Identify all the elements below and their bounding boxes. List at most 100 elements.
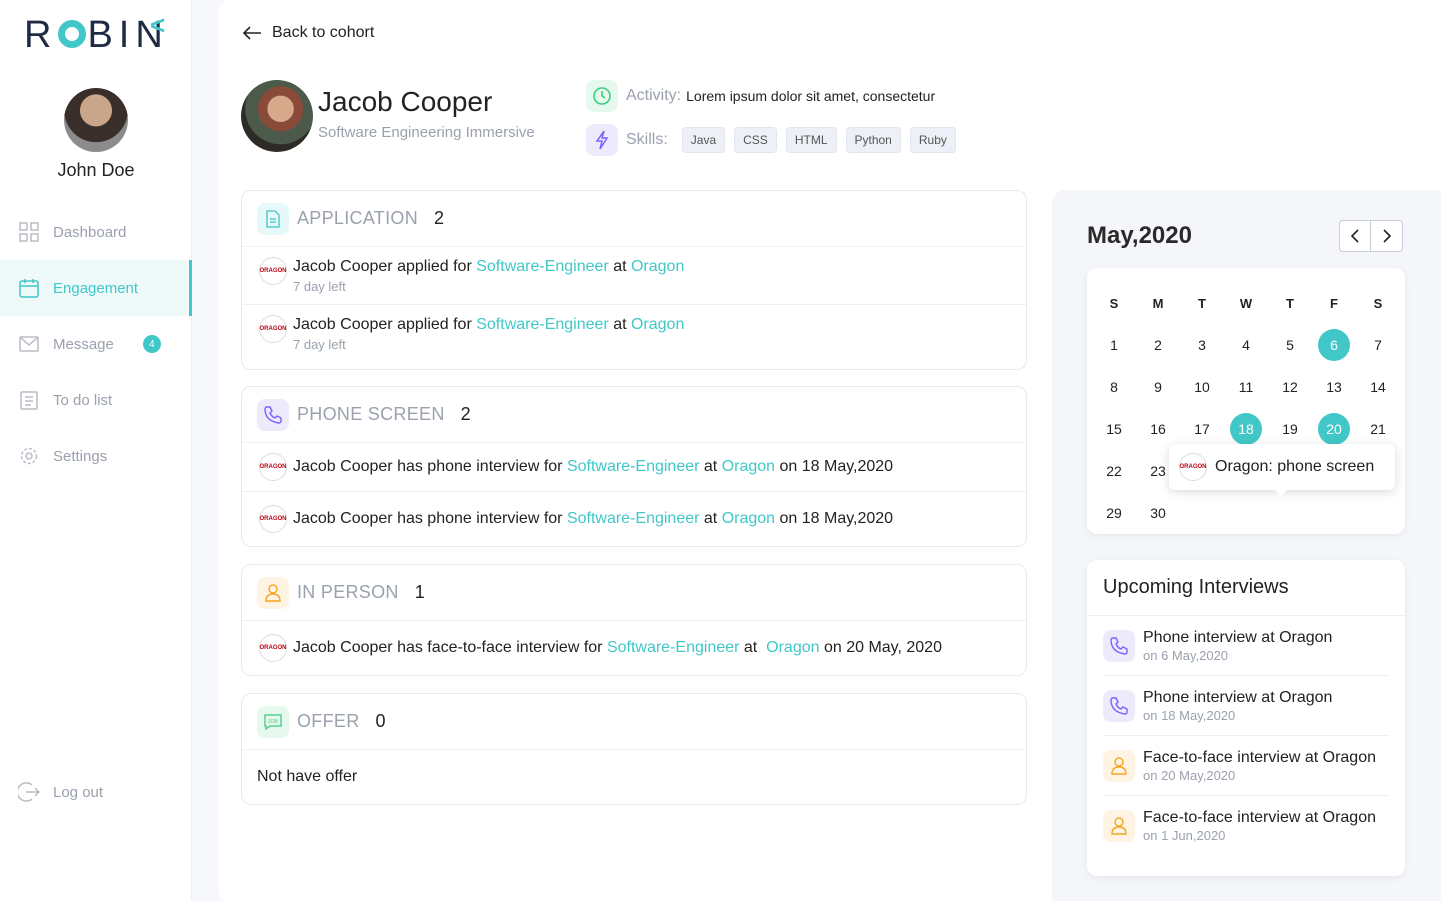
calendar-day[interactable]: 2 [1136, 324, 1180, 366]
logo-chevron-icon: < [150, 10, 166, 40]
weekday-header: F [1330, 295, 1338, 311]
calendar-day[interactable]: 14 [1356, 366, 1400, 408]
company-link[interactable]: Oragon [766, 639, 819, 656]
svg-text:JOB: JOB [268, 719, 278, 725]
oragon-logo: ORAGON [259, 505, 287, 533]
role-link[interactable]: Software-Engineer [476, 316, 609, 333]
company-link[interactable]: Oragon [722, 458, 775, 475]
calendar-day[interactable]: 7 [1356, 324, 1400, 366]
clock-icon [586, 80, 618, 112]
calendar-day-number: 6 [1318, 329, 1350, 361]
calendar-day-number: 30 [1150, 505, 1166, 521]
list-item: ORAGON Jacob Cooper applied for Software… [242, 305, 1026, 369]
sidebar-item-label: Message [53, 335, 114, 353]
sidebar-item-settings[interactable]: Settings [0, 428, 192, 484]
row-text: Jacob Cooper applied for [293, 316, 477, 333]
interview-item[interactable]: Face-to-face interview at Oragon on 1 Jun… [1103, 796, 1389, 856]
sidebar-item-message[interactable]: Message 4 [0, 316, 192, 372]
calendar-day[interactable]: 30 [1136, 492, 1180, 534]
robin-logo[interactable]: R BIN [24, 14, 169, 57]
interview-date: on 20 May,2020 [1143, 767, 1236, 783]
person-icon [1103, 810, 1135, 842]
calendar-day[interactable]: 15 [1092, 408, 1136, 450]
calendar-day[interactable]: 9 [1136, 366, 1180, 408]
row-text: at [699, 510, 722, 527]
row-date: on 18 May,2020 [775, 458, 894, 475]
section-count: 2 [460, 404, 471, 424]
company-link[interactable]: Oragon [631, 258, 684, 275]
right-panel: May,2020 S M T W T F S 1 2 3 4 5 6 7 8 9 10 11 12 13 14 15 16 1… [1052, 190, 1441, 901]
list-item: ORAGON Jacob Cooper has phone interview … [242, 492, 1026, 546]
calendar-day[interactable]: 6 [1312, 324, 1356, 366]
sidebar: R BIN < John Doe Dashboard Engagement Mes… [0, 0, 192, 901]
calendar-day[interactable]: 11 [1224, 366, 1268, 408]
calendar-day[interactable]: 10 [1180, 366, 1224, 408]
skill-chip: CSS [734, 127, 777, 153]
interview-date: on 6 May,2020 [1143, 647, 1229, 663]
role-link[interactable]: Software-Engineer [567, 458, 700, 475]
prev-month-button[interactable] [1339, 220, 1371, 252]
calendar-day[interactable]: 3 [1180, 324, 1224, 366]
interview-item[interactable]: Phone interview at Oragon on 18 May,2020 [1103, 676, 1389, 736]
sidebar-item-engagement[interactable]: Engagement [0, 260, 192, 316]
company-link[interactable]: Oragon [722, 510, 775, 527]
calendar-day[interactable]: 4 [1224, 324, 1268, 366]
grid-icon [18, 221, 40, 243]
calendar-icon [18, 277, 40, 299]
calendar-day-number: 21 [1370, 421, 1386, 437]
role-link[interactable]: Software-Engineer [476, 258, 609, 275]
interview-item[interactable]: Face-to-face interview at Oragon on 20 Ma… [1103, 736, 1389, 796]
calendar-day[interactable]: 8 [1092, 366, 1136, 408]
sidebar-item-todo[interactable]: To do list [0, 372, 192, 428]
offer-card: JOB OFFER 0 Not have offer [241, 693, 1027, 805]
list-item: ORAGON Jacob Cooper has phone interview … [242, 443, 1026, 492]
interview-item[interactable]: Phone interview at Oragon on 6 May,2020 [1103, 616, 1389, 676]
calendar: S M T W T F S 1 2 3 4 5 6 7 8 9 10 11 12 13 14 15 16 17 18 19 20 21… [1087, 268, 1405, 534]
company-link[interactable]: Oragon [631, 316, 684, 333]
weekday-header: M [1152, 295, 1164, 311]
profile-name: Jacob Cooper [318, 86, 493, 117]
user-avatar[interactable] [64, 88, 128, 152]
weekday-header: S [1373, 295, 1383, 311]
sidebar-item-dashboard[interactable]: Dashboard [0, 204, 192, 260]
row-text: Jacob Cooper has phone interview for [293, 458, 567, 475]
person-icon [257, 576, 289, 609]
calendar-day-number: 17 [1194, 421, 1210, 437]
in-person-header: IN PERSON 1 [242, 565, 1026, 621]
calendar-day[interactable]: 1 [1092, 324, 1136, 366]
profile-photo [241, 80, 313, 152]
oragon-logo: ORAGON [259, 257, 287, 285]
row-text: at [608, 316, 631, 333]
phone-icon [1103, 689, 1135, 722]
role-link[interactable]: Software-Engineer [567, 510, 700, 527]
interview-title: Face-to-face interview at Oragon [1143, 748, 1376, 766]
upcoming-interviews: Upcoming Interviews Phone interview at O… [1087, 560, 1405, 876]
calendar-day-number: 7 [1374, 337, 1382, 353]
role-link[interactable]: Software-Engineer [607, 639, 740, 656]
calendar-day[interactable]: 22 [1092, 450, 1136, 492]
calendar-day-number: 22 [1106, 463, 1122, 479]
lightning-icon [586, 124, 618, 156]
calendar-day-number: 14 [1370, 379, 1386, 395]
upcoming-title: Upcoming Interviews [1087, 560, 1405, 616]
phone-screen-header: PHONE SCREEN 2 [242, 387, 1026, 443]
section-title: IN PERSON [297, 582, 399, 602]
skill-chip: Python [845, 127, 901, 153]
oragon-logo: ORAGON [259, 453, 287, 481]
list-item: Not have offer [242, 750, 1026, 804]
gear-icon [18, 445, 40, 467]
back-to-cohort-link[interactable]: Back to cohort [242, 24, 374, 42]
person-icon [1103, 749, 1135, 782]
row-date: on 20 May, 2020 [819, 639, 942, 656]
calendar-day[interactable]: 12 [1268, 366, 1312, 408]
logout-button[interactable]: Log out [0, 764, 192, 820]
calendar-day[interactable]: 13 [1312, 366, 1356, 408]
row-text: Jacob Cooper has face-to-face interview … [293, 639, 607, 656]
calendar-day[interactable]: 29 [1092, 492, 1136, 534]
application-header: APPLICATION 2 [242, 191, 1026, 247]
calendar-grid: S M T W T F S 1 2 3 4 5 6 7 8 9 10 11 12 13 14 15 16 17 18 19 20 21… [1092, 282, 1400, 534]
section-count: 1 [414, 582, 425, 602]
next-month-button[interactable] [1371, 220, 1403, 252]
section-title: APPLICATION [297, 208, 418, 228]
calendar-day[interactable]: 5 [1268, 324, 1312, 366]
